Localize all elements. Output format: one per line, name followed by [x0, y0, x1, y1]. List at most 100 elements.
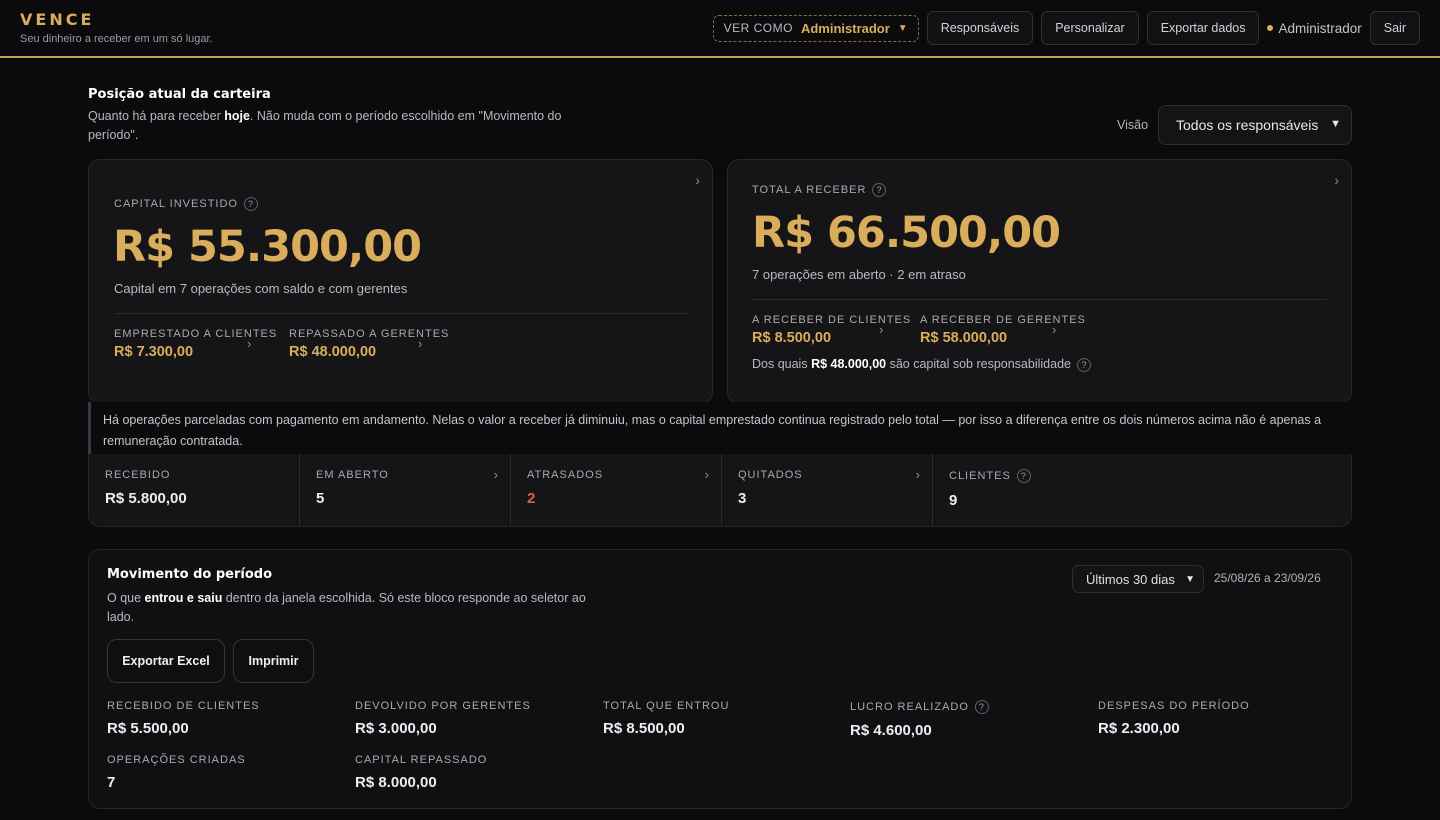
metric-label: DESPESAS DO PERÍODO: [1098, 700, 1250, 712]
receivable-note-bold: R$ 48.000,00: [811, 357, 887, 371]
chevron-right-icon[interactable]: ›: [494, 467, 498, 482]
metric-total-entrou: TOTAL QUE ENTROU R$ 8.500,00: [603, 700, 729, 737]
exportar-dados-button[interactable]: Exportar dados: [1146, 11, 1260, 45]
chevron-right-icon[interactable]: ›: [705, 467, 709, 482]
metric-label: RECEBIDO DE CLIENTES: [107, 700, 260, 712]
receivable-card[interactable]: › TOTAL A RECEBER? R$ 66.500,00 7 operaç…: [727, 159, 1352, 404]
metric-label: TOTAL QUE ENTROU: [603, 700, 730, 712]
metric-label: CAPITAL REPASSADO: [355, 754, 488, 766]
chevron-right-icon[interactable]: ›: [695, 172, 700, 188]
chevron-right-icon[interactable]: ›: [1334, 172, 1339, 188]
stat-clientes: CLIENTES? 9: [933, 454, 1351, 526]
installments-notice: Há operações parceladas com pagamento em…: [88, 402, 1352, 454]
metric-value: R$ 3.000,00: [355, 720, 437, 737]
logout-button[interactable]: Sair: [1369, 11, 1420, 45]
divider: [752, 299, 1327, 300]
chevron-right-icon[interactable]: ›: [916, 467, 920, 482]
emprestado-label: EMPRESTADO A CLIENTES: [114, 328, 278, 340]
repassado-amount: R$ 48.000,00: [289, 344, 377, 360]
metric-value: R$ 8.000,00: [355, 774, 437, 791]
brand-tagline: Seu dinheiro a receber em um só lugar.: [20, 33, 213, 45]
metric-value: R$ 8.500,00: [603, 720, 685, 737]
view-select-value: Todos os responsáveis: [1176, 117, 1319, 133]
chevron-down-icon: ▼: [1330, 118, 1341, 130]
stat-value: R$ 5.800,00: [105, 490, 187, 507]
help-icon[interactable]: ?: [243, 197, 258, 211]
stats-row: RECEBIDO R$ 5.800,00 › EM ABERTO 5 › ATR…: [88, 454, 1352, 527]
help-icon[interactable]: ?: [872, 183, 887, 197]
stat-quitados[interactable]: › QUITADOS 3: [722, 454, 933, 526]
metric-label: OPERAÇÕES CRIADAS: [107, 754, 246, 766]
receivable-note-prefix: Dos quais: [752, 357, 812, 371]
metric-lucro-realizado: LUCRO REALIZADO? R$ 4.600,00: [850, 700, 989, 739]
help-icon[interactable]: ?: [1076, 357, 1091, 372]
status-dot-icon: [1267, 25, 1274, 31]
receivable-amount: R$ 66.500,00: [752, 208, 1061, 258]
stat-label: EM ABERTO: [316, 469, 389, 481]
brand-name: VENCE: [20, 10, 95, 29]
stat-label: QUITADOS: [738, 469, 803, 481]
capital-subtitle: Capital em 7 operações com saldo e com g…: [114, 281, 408, 296]
receber-clientes-label: A RECEBER DE CLIENTES: [752, 314, 912, 326]
view-as-selector[interactable]: VER COMO Administrador ▼: [712, 14, 919, 42]
chevron-down-icon: ▼: [897, 22, 908, 34]
view-select[interactable]: Todos os responsáveis ▼: [1158, 105, 1352, 145]
user-name: Administrador: [1278, 20, 1362, 36]
personalizar-button[interactable]: Personalizar: [1041, 11, 1139, 45]
metric-label: DEVOLVIDO POR GERENTES: [355, 700, 531, 712]
metric-value: R$ 5.500,00: [107, 720, 189, 737]
divider: [114, 313, 689, 314]
metric-value: R$ 4.600,00: [850, 722, 932, 739]
top-bar: VENCE Seu dinheiro a receber em um só lu…: [0, 0, 1440, 58]
brand: VENCE Seu dinheiro a receber em um só lu…: [20, 10, 213, 45]
chevron-right-icon[interactable]: ›: [247, 336, 251, 351]
stat-value: 5: [316, 490, 325, 507]
stat-atrasados[interactable]: › ATRASADOS 2: [511, 454, 722, 526]
receber-gerentes-label: A RECEBER DE GERENTES: [920, 314, 1086, 326]
position-desc-prefix: Quanto há para receber: [88, 109, 225, 123]
user-indicator: Administrador: [1267, 20, 1362, 36]
stat-label: CLIENTES: [949, 469, 1011, 482]
repassado-label: REPASSADO A GERENTES: [289, 328, 450, 340]
receber-clientes-amount: R$ 8.500,00: [752, 330, 832, 346]
metric-despesas-periodo: DESPESAS DO PERÍODO R$ 2.300,00: [1098, 700, 1250, 737]
print-button[interactable]: Imprimir: [233, 639, 314, 683]
metric-devolvido-gerentes: DEVOLVIDO POR GERENTES R$ 3.000,00: [355, 700, 531, 737]
receber-gerentes-amount: R$ 58.000,00: [920, 330, 1008, 346]
export-excel-button[interactable]: Exportar Excel: [107, 639, 225, 683]
chevron-down-icon: ▼: [1185, 574, 1195, 585]
metric-value: R$ 2.300,00: [1098, 720, 1180, 737]
stat-value: 2: [527, 490, 536, 507]
stat-em-aberto[interactable]: › EM ABERTO 5: [300, 454, 511, 526]
emprestado-amount: R$ 7.300,00: [114, 344, 194, 360]
capital-label: CAPITAL INVESTIDO: [114, 197, 238, 210]
receivable-subtitle: 7 operações em aberto · 2 em atraso: [752, 267, 966, 282]
position-desc-bold: hoje: [224, 109, 250, 123]
responsaveis-button[interactable]: Responsáveis: [926, 11, 1034, 45]
view-as-value: Administrador: [800, 20, 890, 36]
stat-label: ATRASADOS: [527, 469, 604, 481]
metric-recebido-clientes: RECEBIDO DE CLIENTES R$ 5.500,00: [107, 700, 260, 737]
capital-label-row: CAPITAL INVESTIDO?: [114, 197, 258, 211]
stat-label-row: CLIENTES?: [949, 469, 1351, 483]
help-icon[interactable]: ?: [1016, 469, 1031, 483]
stat-recebido: RECEBIDO R$ 5.800,00: [89, 454, 300, 526]
stat-value: 9: [949, 492, 958, 509]
receivable-note: Dos quais R$ 48.000,00 são capital sob r…: [752, 357, 1091, 372]
receivable-note-suffix: são capital sob responsabilidade: [886, 357, 1071, 371]
capital-amount: R$ 55.300,00: [113, 222, 422, 272]
movement-desc-prefix: O que: [107, 591, 145, 605]
chevron-right-icon[interactable]: ›: [879, 322, 883, 337]
chevron-right-icon[interactable]: ›: [1052, 322, 1056, 337]
capital-card[interactable]: › CAPITAL INVESTIDO? R$ 55.300,00 Capita…: [88, 159, 713, 404]
chevron-right-icon[interactable]: ›: [418, 336, 422, 351]
period-range: 25/08/26 a 23/09/26: [1214, 571, 1321, 585]
metric-value: 7: [107, 774, 116, 791]
position-description: Quanto há para receber hoje. Não muda co…: [88, 107, 588, 145]
stat-label: RECEBIDO: [105, 469, 171, 481]
stat-value: 3: [738, 490, 747, 507]
receivable-label-row: TOTAL A RECEBER?: [752, 183, 887, 197]
help-icon[interactable]: ?: [974, 700, 989, 714]
period-select[interactable]: Últimos 30 dias ▼: [1072, 565, 1204, 593]
receivable-label: TOTAL A RECEBER: [752, 183, 867, 196]
